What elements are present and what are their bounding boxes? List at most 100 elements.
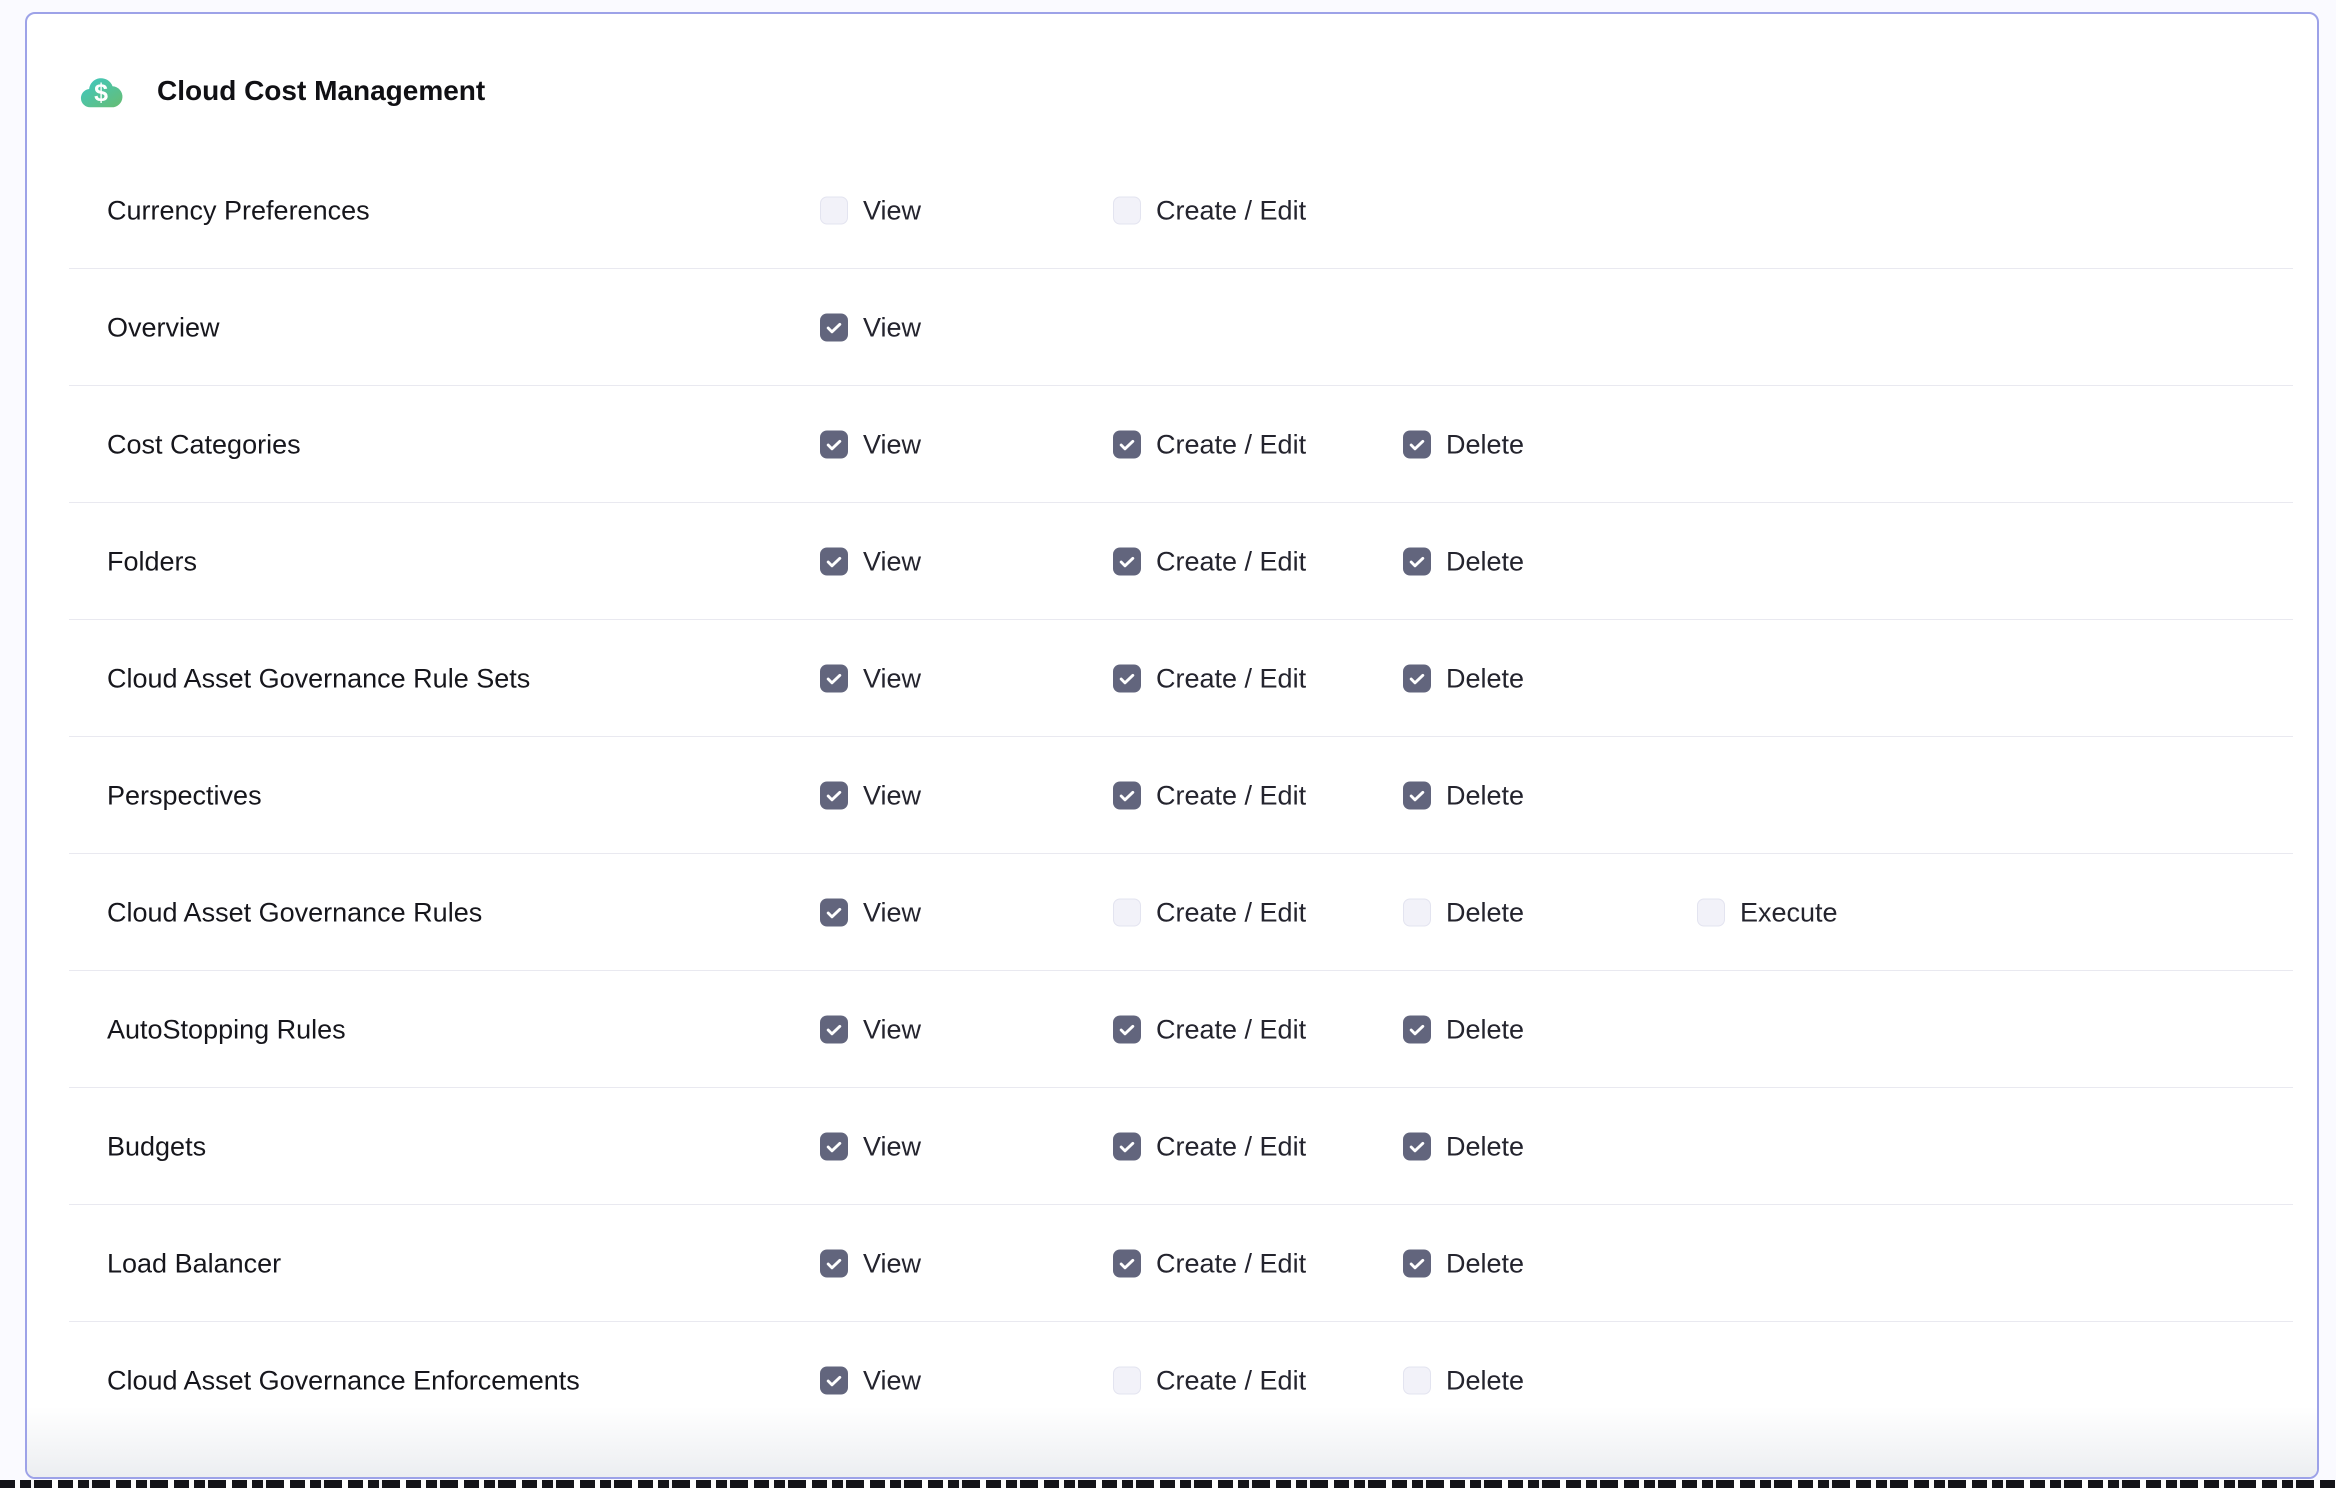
table-row: Load Balancer ViewCreate / EditDelete xyxy=(27,1205,2317,1322)
resource-label: Budgets xyxy=(107,1131,206,1162)
permission-checkbox-group[interactable]: Create / Edit xyxy=(1113,195,1306,226)
permission-label: Create / Edit xyxy=(1156,1131,1306,1162)
permission-checkbox-group[interactable]: Delete xyxy=(1403,1131,1524,1162)
permission-checkbox-group[interactable]: Execute xyxy=(1697,897,1838,928)
checkbox-unchecked[interactable] xyxy=(1697,899,1725,927)
checkbox-checked-icon[interactable] xyxy=(820,782,848,810)
permission-label: Delete xyxy=(1446,897,1524,928)
resource-label: Cloud Asset Governance Rule Sets xyxy=(107,663,530,694)
checkbox-checked-icon[interactable] xyxy=(1403,665,1431,693)
checkbox-checked-icon[interactable] xyxy=(820,1250,848,1278)
permission-label: View xyxy=(863,195,921,226)
checkbox-checked-icon[interactable] xyxy=(820,1367,848,1395)
checkbox-checked-icon[interactable] xyxy=(1113,665,1141,693)
permission-label: View xyxy=(863,897,921,928)
permission-label: View xyxy=(863,546,921,577)
checkbox-checked-icon[interactable] xyxy=(1113,1016,1141,1044)
checkbox-checked-icon[interactable] xyxy=(1403,548,1431,576)
permission-checkbox-group[interactable]: Create / Edit xyxy=(1113,663,1306,694)
permission-label: Delete xyxy=(1446,1248,1524,1279)
permission-checkbox-group[interactable]: Create / Edit xyxy=(1113,1014,1306,1045)
checkbox-checked-icon[interactable] xyxy=(1113,548,1141,576)
permission-label: Create / Edit xyxy=(1156,780,1306,811)
permission-checkbox-group[interactable]: Create / Edit xyxy=(1113,429,1306,460)
checkbox-unchecked[interactable] xyxy=(1403,899,1431,927)
table-row: Budgets View Create / Edit Delete xyxy=(27,1088,2317,1205)
permission-label: Create / Edit xyxy=(1156,1365,1306,1396)
checkbox-unchecked[interactable] xyxy=(820,197,848,225)
permission-checkbox-group[interactable]: Delete xyxy=(1403,429,1524,460)
checkbox-checked-icon[interactable] xyxy=(820,1016,848,1044)
checkbox-unchecked[interactable] xyxy=(1113,899,1141,927)
permission-label: Create / Edit xyxy=(1156,897,1306,928)
permission-checkbox-group[interactable]: Delete xyxy=(1403,1365,1524,1396)
permission-label: View xyxy=(863,780,921,811)
checkbox-checked-icon[interactable] xyxy=(1113,1133,1141,1161)
checkbox-checked-icon[interactable] xyxy=(1113,431,1141,459)
resource-label: Cloud Asset Governance Rules xyxy=(107,897,482,928)
checkbox-checked-icon[interactable] xyxy=(1403,1016,1431,1044)
resource-label: Perspectives xyxy=(107,780,262,811)
checkbox-checked-icon[interactable] xyxy=(1403,1133,1431,1161)
checkbox-checked-icon[interactable] xyxy=(820,665,848,693)
permission-checkbox-group[interactable]: View xyxy=(820,780,921,811)
checkbox-checked-icon[interactable] xyxy=(820,899,848,927)
checkbox-checked-icon[interactable] xyxy=(1403,782,1431,810)
checkbox-checked-icon[interactable] xyxy=(1113,782,1141,810)
permission-checkbox-group[interactable]: Create / Edit xyxy=(1113,897,1306,928)
checkbox-unchecked[interactable] xyxy=(1403,1367,1431,1395)
permission-checkbox-group[interactable]: Delete xyxy=(1403,1014,1524,1045)
resource-label: Cloud Asset Governance Enforcements xyxy=(107,1365,580,1396)
permission-checkbox-group[interactable]: View xyxy=(820,1131,921,1162)
permission-checkbox-group[interactable]: View xyxy=(820,1014,921,1045)
checkbox-checked-icon[interactable] xyxy=(820,314,848,342)
resource-label: Folders xyxy=(107,546,197,577)
permission-label: View xyxy=(863,1248,921,1279)
permission-checkbox-group[interactable]: Delete xyxy=(1403,897,1524,928)
checkbox-checked-icon[interactable] xyxy=(1403,1250,1431,1278)
permission-checkbox-group[interactable]: View xyxy=(820,546,921,577)
permission-checkbox-group[interactable]: Create / Edit xyxy=(1113,780,1306,811)
permission-checkbox-group[interactable]: View xyxy=(820,1365,921,1396)
permission-checkbox-group[interactable]: View xyxy=(820,897,921,928)
permission-label: Delete xyxy=(1446,1014,1524,1045)
table-row: Overview View xyxy=(27,269,2317,386)
table-row: Cloud Asset Governance Rules View Create … xyxy=(27,854,2317,971)
permission-checkbox-group[interactable]: Delete xyxy=(1403,780,1524,811)
permission-label: Execute xyxy=(1740,897,1838,928)
permission-label: View xyxy=(863,312,921,343)
permission-label: View xyxy=(863,1131,921,1162)
permission-checkbox-group[interactable]: View xyxy=(820,195,921,226)
permission-checkbox-group[interactable]: Delete xyxy=(1403,663,1524,694)
checkbox-unchecked[interactable] xyxy=(1113,197,1141,225)
checkbox-checked-icon[interactable] xyxy=(1113,1250,1141,1278)
permission-checkbox-group[interactable]: Create / Edit xyxy=(1113,1248,1306,1279)
checkbox-checked-icon[interactable] xyxy=(820,548,848,576)
checkbox-checked-icon[interactable] xyxy=(820,431,848,459)
checkbox-checked-icon[interactable] xyxy=(820,1133,848,1161)
permission-checkbox-group[interactable]: Delete xyxy=(1403,546,1524,577)
permission-label: Delete xyxy=(1446,1131,1524,1162)
permission-checkbox-group[interactable]: View xyxy=(820,312,921,343)
resource-label: Overview xyxy=(107,312,220,343)
permission-label: View xyxy=(863,663,921,694)
permission-checkbox-group[interactable]: Create / Edit xyxy=(1113,1131,1306,1162)
permission-label: Delete xyxy=(1446,1365,1524,1396)
permission-checkbox-group[interactable]: View xyxy=(820,663,921,694)
permission-checkbox-group[interactable]: Delete xyxy=(1403,1248,1524,1279)
table-row: Folders View Create / Edit Delete xyxy=(27,503,2317,620)
permission-label: Create / Edit xyxy=(1156,546,1306,577)
checkbox-unchecked[interactable] xyxy=(1113,1367,1141,1395)
module-permissions-card: $ Cloud Cost Management Currency Prefere… xyxy=(25,12,2319,1479)
module-header: $ Cloud Cost Management xyxy=(27,14,2317,152)
permission-label: Delete xyxy=(1446,780,1524,811)
permission-checkbox-group[interactable]: View xyxy=(820,429,921,460)
permission-checkbox-group[interactable]: Create / Edit xyxy=(1113,546,1306,577)
checkbox-checked-icon[interactable] xyxy=(1403,431,1431,459)
permission-label: Create / Edit xyxy=(1156,1248,1306,1279)
permissions-rows: Currency Preferences ViewCreate / Edit O… xyxy=(27,152,2317,1439)
permission-label: Create / Edit xyxy=(1156,663,1306,694)
permission-checkbox-group[interactable]: View xyxy=(820,1248,921,1279)
permission-label: Delete xyxy=(1446,546,1524,577)
permission-checkbox-group[interactable]: Create / Edit xyxy=(1113,1365,1306,1396)
